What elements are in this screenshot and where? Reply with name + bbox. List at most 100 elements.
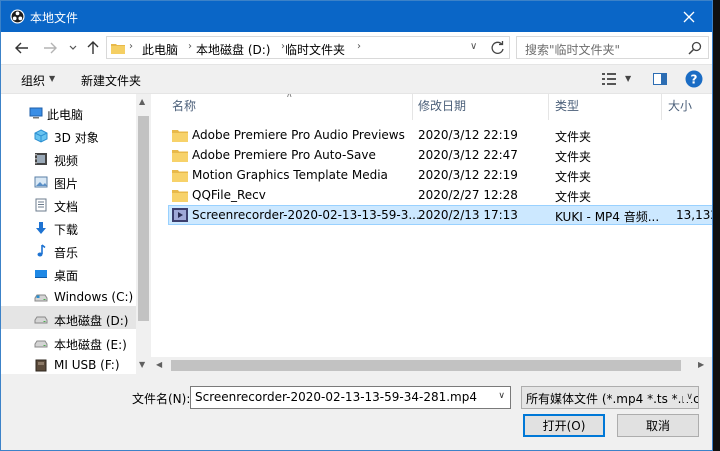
file-name: QQFile_Recv [192, 188, 266, 202]
breadcrumb-this-pc[interactable]: 此电脑 [142, 41, 178, 58]
breadcrumb-drive-d[interactable]: 本地磁盘 (D:) [196, 41, 270, 58]
chevron-down-icon: ▼ [49, 74, 56, 83]
file-name: Adobe Premiere Pro Audio Previews [192, 128, 405, 142]
scrollbar-thumb[interactable] [138, 116, 149, 321]
sidebar-item-videos[interactable]: 视频 [1, 148, 136, 171]
scroll-down-icon[interactable]: ▼ [139, 360, 145, 369]
sidebar-item-desktop[interactable]: 桌面 [1, 263, 136, 286]
sidebar-item-label: 图片 [54, 177, 79, 191]
file-type-filter-value: 所有媒体文件 (*.mp4 *.ts *.mc [526, 392, 699, 406]
video-file-icon [172, 208, 188, 222]
file-date: 2020/2/13 17:13 [418, 208, 518, 222]
up-button[interactable] [84, 39, 102, 57]
arrow-up-icon [87, 41, 99, 54]
close-button[interactable] [666, 1, 712, 32]
column-divider[interactable] [412, 94, 413, 120]
view-options-icon[interactable] [602, 73, 616, 86]
folder-icon [172, 170, 188, 182]
search-placeholder: 搜索"临时文件夹" [525, 43, 621, 57]
file-type: 文件夹 [555, 170, 592, 184]
filename-input[interactable]: Screenrecorder-2020-02-13-13-59-34-281.m… [190, 386, 511, 409]
organize-button[interactable]: 组织 [21, 72, 45, 89]
computer-icon [29, 107, 43, 119]
search-box[interactable]: 搜索"临时文件夹" [516, 36, 709, 59]
breadcrumb-separator: › [129, 41, 133, 52]
column-header-date[interactable]: 修改日期 [418, 97, 466, 119]
scrollbar-thumb[interactable] [171, 360, 681, 371]
picture-icon [34, 176, 48, 188]
background-window-edge [713, 0, 720, 451]
breadcrumb-temp-folder[interactable]: 临时文件夹 [285, 41, 345, 58]
chevron-down-icon[interactable]: ∨ [498, 391, 505, 401]
navigation-scrollbar[interactable]: ▲ ▼ [136, 94, 151, 374]
sidebar-item-label: 本地磁盘 (E:) [54, 338, 127, 352]
sidebar-item-documents[interactable]: 文档 [1, 194, 136, 217]
view-dropdown-icon[interactable]: ▼ [625, 74, 631, 83]
help-icon[interactable]: ? [685, 70, 703, 88]
3d-objects-icon [34, 129, 48, 143]
close-icon [683, 11, 695, 22]
file-date: 2020/3/12 22:19 [418, 168, 518, 182]
sidebar-item-label: 下载 [54, 223, 79, 237]
file-list-horizontal-scrollbar[interactable]: ◀ ▶ [151, 357, 712, 374]
file-row[interactable]: Motion Graphics Template Media 2020/3/12… [168, 165, 712, 185]
column-header-type[interactable]: 类型 [555, 97, 579, 119]
column-header-size[interactable]: 大小 [668, 97, 692, 119]
file-type: 文件夹 [555, 130, 592, 144]
chevron-down-icon [69, 45, 77, 50]
forward-button[interactable] [41, 39, 59, 57]
file-type: 文件夹 [555, 150, 592, 164]
sidebar-item-label: 3D 对象 [54, 131, 99, 145]
sidebar-item-3d-objects[interactable]: 3D 对象 [1, 125, 136, 148]
folder-icon [172, 150, 188, 162]
file-row[interactable]: Adobe Premiere Pro Auto-Save 2020/3/12 2… [168, 145, 712, 165]
column-header-name[interactable]: 名称 [172, 97, 196, 119]
recent-locations-button[interactable] [64, 39, 82, 57]
sidebar-item-downloads[interactable]: 下载 [1, 217, 136, 240]
scroll-right-icon[interactable]: ▶ [698, 360, 704, 369]
folder-icon [172, 190, 188, 202]
file-type-filter-select[interactable]: 所有媒体文件 (*.mp4 *.ts *.mc ∨ [521, 386, 699, 409]
sort-ascending-icon: ∧ [286, 94, 293, 100]
column-divider[interactable] [548, 94, 549, 120]
cancel-button[interactable]: 取消 [617, 414, 699, 437]
address-bar[interactable]: › 此电脑 › 本地磁盘 (D:) › 临时文件夹 › ∨ [106, 36, 510, 59]
new-folder-button[interactable]: 新建文件夹 [81, 72, 141, 89]
address-dropdown-icon[interactable]: ∨ [470, 41, 477, 52]
refresh-icon[interactable] [489, 39, 507, 57]
command-bar: 组织 ▼ 新建文件夹 ▼ ? [1, 64, 712, 94]
title-bar[interactable]: 本地文件 [1, 1, 712, 32]
drive-icon [34, 316, 48, 324]
usb-drive-icon [35, 359, 47, 372]
open-button[interactable]: 打开(O) [523, 414, 605, 437]
sidebar-item-label: Windows (C:) [54, 290, 134, 304]
file-date: 2020/3/12 22:19 [418, 128, 518, 142]
file-date: 2020/2/27 12:28 [418, 188, 518, 202]
sidebar-item-drive-d[interactable]: 本地磁盘 (D:) [1, 306, 136, 329]
breadcrumb-separator: › [188, 41, 192, 52]
sidebar-item-drive-e[interactable]: 本地磁盘 (E:) [1, 332, 136, 355]
sidebar-item-this-pc[interactable]: 此电脑 [1, 102, 136, 125]
file-row[interactable]: Adobe Premiere Pro Audio Previews 2020/3… [168, 125, 712, 145]
column-divider[interactable] [661, 94, 662, 120]
file-type: KUKI - MP4 音频... [555, 210, 660, 224]
sidebar-item-label: MI USB (F:) [54, 358, 120, 372]
file-row[interactable]: QQFile_Recv 2020/2/27 12:28 文件夹 [168, 185, 712, 205]
document-icon [35, 198, 47, 212]
sidebar-item-pictures[interactable]: 图片 [1, 171, 136, 194]
navigation-pane: 此电脑 3D 对象 视频 图片 文档 下载 音乐 桌面 Windows (C:)… [1, 94, 151, 374]
sidebar-item-music[interactable]: 音乐 [1, 240, 136, 263]
sidebar-item-label: 此电脑 [47, 108, 84, 122]
drive-icon [34, 294, 48, 302]
scroll-up-icon[interactable]: ▲ [139, 97, 145, 106]
file-row-selected[interactable]: Screenrecorder-2020-02-13-13-59-3... 202… [168, 205, 712, 225]
sidebar-item-label: 视频 [54, 154, 79, 168]
back-button[interactable] [13, 39, 31, 57]
sidebar-item-label: 文档 [54, 200, 79, 214]
preview-pane-icon[interactable] [653, 73, 667, 85]
scroll-left-icon[interactable]: ◀ [156, 360, 162, 369]
breadcrumb-separator: › [357, 41, 361, 52]
drive-icon [34, 340, 48, 348]
file-list: ∧ 名称 修改日期 类型 大小 Adobe Premiere Pro Audio… [151, 94, 712, 374]
desktop-icon [35, 270, 47, 278]
